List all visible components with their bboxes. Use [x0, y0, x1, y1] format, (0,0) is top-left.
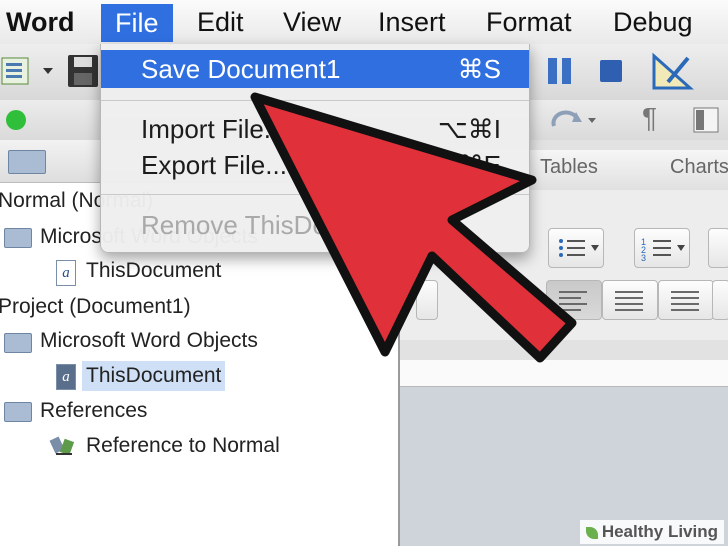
menu-word[interactable]: Word [6, 2, 75, 42]
tree-item-reference-normal[interactable]: Reference to Normal [86, 431, 280, 461]
menu-view[interactable]: View [283, 2, 341, 42]
pause-icon[interactable] [545, 54, 575, 88]
watermark: Healthy Living [579, 520, 724, 544]
tab-charts[interactable]: Charts [670, 156, 728, 179]
status-dot-icon [6, 110, 26, 130]
export-file-label: Export File... [141, 150, 287, 180]
remove-module-label: Remove ThisDocument [141, 210, 413, 240]
leaf-icon [585, 526, 598, 539]
menu-export-file[interactable]: Export File... ⌥⌘E [101, 146, 529, 184]
menu-file[interactable]: File [101, 4, 173, 42]
save-icon[interactable] [66, 52, 100, 90]
chevron-down-icon[interactable] [42, 66, 54, 76]
menu-insert[interactable]: Insert [378, 2, 446, 42]
menu-separator [101, 100, 529, 101]
numbered-list-icon: 1 2 3 [641, 237, 685, 263]
redo-icon[interactable] [548, 106, 598, 136]
view-word-icon[interactable] [0, 54, 40, 90]
align-right-button[interactable] [658, 280, 714, 320]
align-center-button[interactable] [602, 280, 658, 320]
watermark-text: Healthy Living [601, 522, 718, 541]
justify-button[interactable] [712, 280, 728, 320]
tree-item-thisdocument-selected[interactable]: ThisDocument [82, 361, 226, 391]
toggle-folders-icon[interactable] [8, 150, 46, 174]
menu-remove-module: Remove ThisDocument [101, 206, 529, 244]
folder-icon [4, 402, 32, 422]
numbered-list-button[interactable]: 1 2 3 [634, 228, 690, 268]
tree-folder-word-objects-doc1[interactable]: Microsoft Word Objects [40, 326, 258, 356]
reference-icon [49, 436, 75, 456]
menu-import-file[interactable]: Import File... ⌥⌘I [101, 110, 529, 148]
document-page[interactable] [400, 360, 728, 387]
folder-icon [4, 228, 32, 248]
import-file-label: Import File... [141, 114, 286, 144]
font-color-dropdown[interactable] [416, 280, 438, 320]
tree-project-document1[interactable]: Project (Document1) [0, 292, 191, 322]
save-document-label: Save Document1 [141, 54, 341, 84]
tree-item-thisdocument-normal[interactable]: ThisDocument [86, 256, 221, 286]
sidebar-icon[interactable] [692, 106, 722, 136]
file-menu-dropdown: Save Document1 ⌘S Import File... ⌥⌘I Exp… [100, 44, 530, 253]
menu-debug[interactable]: Debug [613, 2, 693, 42]
document-canvas[interactable] [400, 360, 728, 546]
menu-save-document[interactable]: Save Document1 ⌘S [101, 50, 529, 88]
bullet-list-icon [559, 239, 599, 257]
export-shortcut: ⌥⌘E [427, 150, 501, 180]
bullet-list-button[interactable] [548, 228, 604, 268]
align-left-button[interactable] [546, 280, 602, 320]
stop-icon[interactable] [597, 54, 627, 88]
import-shortcut: ⌥⌘I [437, 114, 501, 144]
menu-edit[interactable]: Edit [197, 2, 244, 42]
pilcrow-icon[interactable]: ¶ [642, 102, 657, 134]
multilevel-list-button[interactable] [708, 228, 728, 268]
save-shortcut: ⌘S [457, 54, 501, 84]
document-module-icon: a [56, 260, 76, 286]
menu-format[interactable]: Format [486, 2, 572, 42]
svg-text:3: 3 [641, 253, 646, 263]
folder-icon [4, 333, 32, 353]
tab-tables[interactable]: Tables [540, 156, 598, 179]
menu-bar: Word File Edit View Insert Format Debug [0, 0, 728, 45]
document-module-icon: a [56, 364, 76, 390]
tree-folder-references[interactable]: References [40, 396, 147, 426]
design-mode-icon[interactable] [648, 48, 696, 96]
menu-separator [101, 194, 529, 195]
